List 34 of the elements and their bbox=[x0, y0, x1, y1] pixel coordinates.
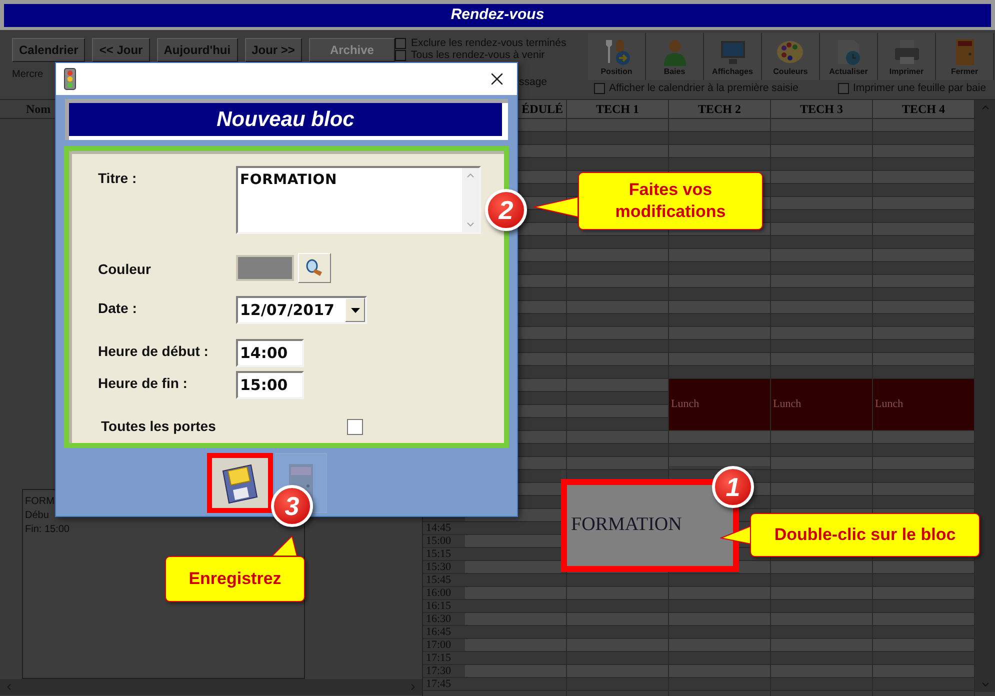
hint-tooltip: Double-clic sur le bloc bbox=[750, 513, 980, 557]
time-field[interactable]: 15:00 bbox=[236, 371, 304, 399]
window-title: Rendez-vous bbox=[4, 4, 991, 27]
field-label: Toutes les portes bbox=[100, 417, 217, 436]
hint-tooltip: Faites vos modifications bbox=[578, 172, 763, 230]
field-label: Heure de fin : bbox=[98, 374, 188, 393]
column-header: TECH 4 bbox=[902, 101, 945, 118]
toolbar-button[interactable]: Couleurs bbox=[762, 33, 820, 80]
field-label: Heure de début : bbox=[98, 342, 210, 361]
toolbar-button[interactable]: Imprimer bbox=[878, 33, 936, 80]
column-header: TECH 1 bbox=[596, 101, 639, 118]
date-field[interactable]: 12/07/2017 bbox=[236, 296, 367, 324]
title-field[interactable]: FORMATION bbox=[236, 166, 481, 234]
field-label: Date : bbox=[98, 299, 138, 318]
column-header: TECH 2 bbox=[698, 101, 741, 118]
nav-button[interactable]: Jour >> bbox=[244, 38, 302, 62]
toolbar-button[interactable]: Position bbox=[588, 33, 646, 80]
lunch-block[interactable]: Lunch bbox=[669, 379, 770, 431]
nav-button[interactable]: Aujourd'hui bbox=[156, 38, 238, 62]
lunch-block[interactable]: Lunch bbox=[771, 379, 872, 431]
dialog-heading: Nouveau bloc bbox=[69, 103, 502, 136]
field-label: Titre : bbox=[98, 169, 138, 188]
lunch-block[interactable]: Lunch bbox=[873, 379, 974, 431]
step-badge: 1 bbox=[712, 466, 754, 508]
toolbar-button[interactable]: Baies bbox=[646, 33, 704, 80]
nav-button[interactable]: Calendrier bbox=[12, 38, 86, 62]
time-field[interactable]: 14:00 bbox=[236, 339, 304, 367]
toolbar-button[interactable]: Fermer bbox=[936, 33, 994, 80]
nav-button[interactable]: << Jour bbox=[92, 38, 150, 62]
toolbar-button[interactable]: Affichages bbox=[704, 33, 762, 80]
column-header: ÉDULÉ bbox=[522, 101, 563, 118]
field-label: Couleur bbox=[98, 260, 152, 278]
toolbar-button[interactable]: Actualiser bbox=[820, 33, 878, 80]
column-header: TECH 3 bbox=[800, 101, 843, 118]
